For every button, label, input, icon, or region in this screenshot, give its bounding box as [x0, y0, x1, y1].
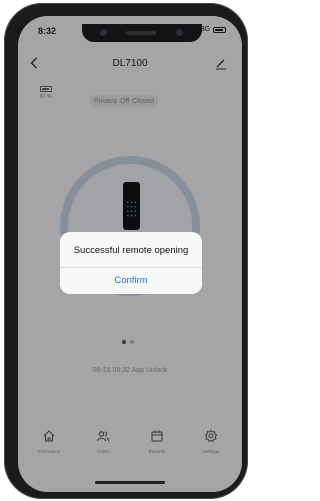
phone-frame: 8:32 3G DL7100 87 % Privacy Off Closed 0… — [4, 3, 248, 499]
speaker-grille — [126, 31, 156, 35]
app-screen: 8:32 3G DL7100 87 % Privacy Off Closed 0… — [18, 16, 242, 492]
notch — [82, 24, 202, 42]
camera-icon — [100, 29, 107, 36]
dialog-message: Successful remote opening — [73, 245, 189, 256]
confirm-button[interactable]: Confirm — [60, 268, 202, 294]
sensor-icon — [176, 29, 183, 36]
success-dialog: Successful remote opening Confirm — [60, 232, 202, 294]
home-indicator[interactable] — [95, 481, 165, 484]
